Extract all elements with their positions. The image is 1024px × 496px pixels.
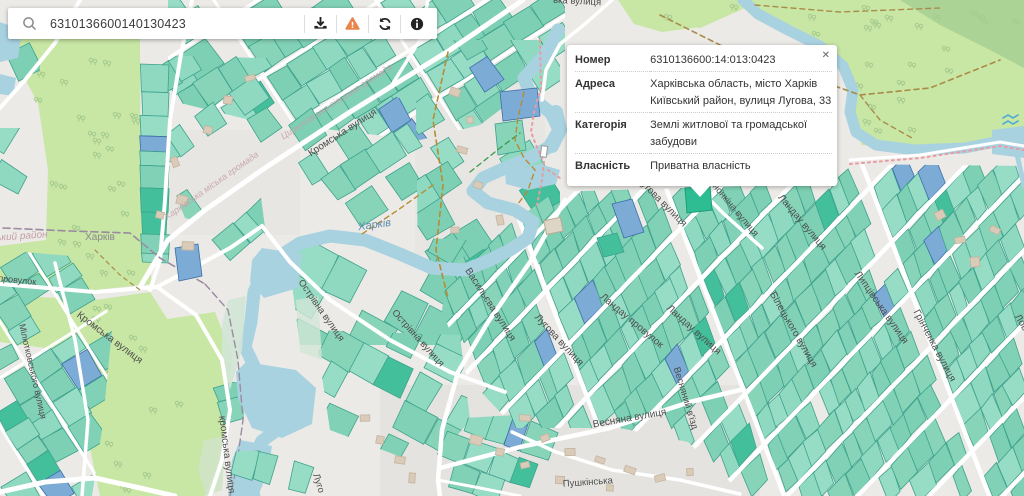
svg-text:Харків: Харків	[85, 232, 115, 243]
